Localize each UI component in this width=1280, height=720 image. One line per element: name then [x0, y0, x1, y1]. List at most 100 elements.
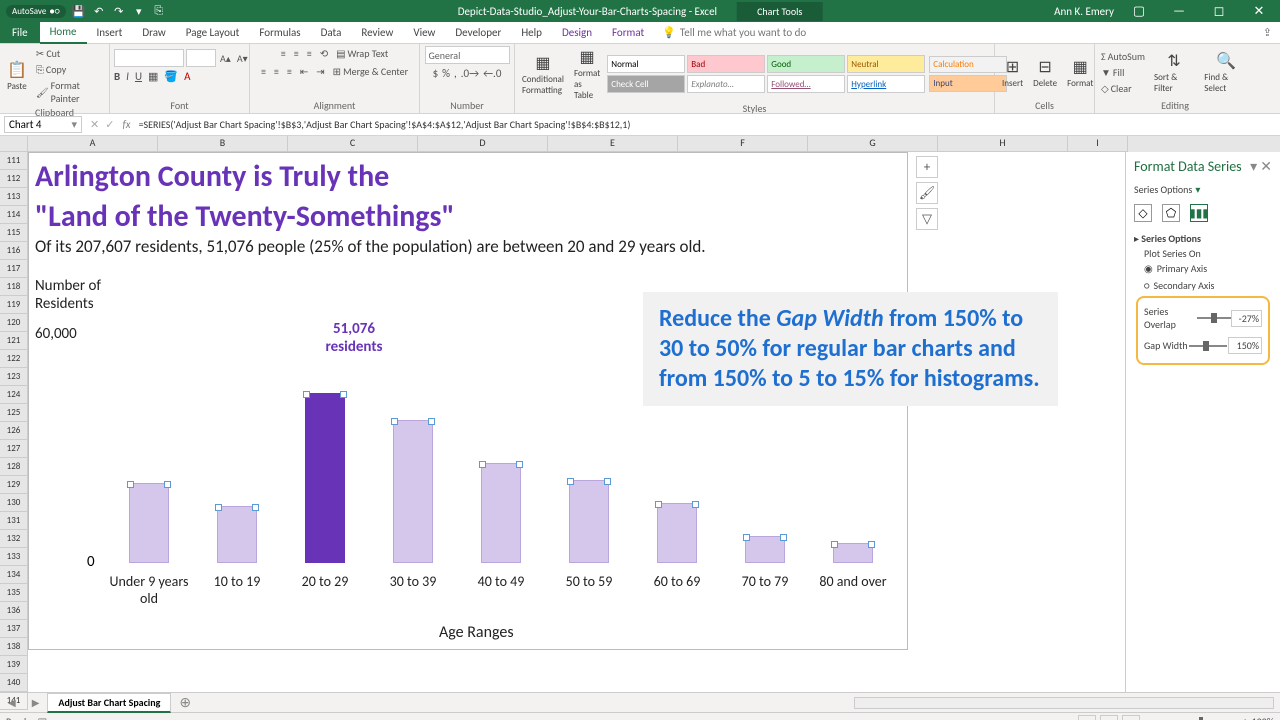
bar-2[interactable] — [305, 393, 345, 563]
tab-data[interactable]: Data — [311, 22, 352, 43]
col-header-H[interactable]: H — [938, 136, 1068, 152]
fill-color-button[interactable]: 🪣 — [164, 70, 178, 83]
tell-me-input[interactable] — [680, 26, 860, 39]
row-header-134[interactable]: 134 — [0, 566, 28, 584]
number-format-select[interactable] — [425, 46, 510, 64]
close-icon[interactable]: ✕ — [1244, 4, 1274, 19]
align-left-icon[interactable]: ≡ — [259, 64, 268, 79]
row-header-122[interactable]: 122 — [0, 350, 28, 368]
bar-7[interactable] — [745, 536, 785, 563]
autosave-toggle[interactable]: AutoSave ●○ — [6, 5, 66, 18]
bar-0[interactable] — [129, 483, 169, 563]
horizontal-scrollbar[interactable] — [854, 697, 1274, 709]
series-overlap-value[interactable]: -27% — [1231, 310, 1262, 327]
col-header-D[interactable]: D — [418, 136, 548, 152]
orientation-icon[interactable]: ⟲ — [318, 46, 330, 61]
gap-width-slider[interactable] — [1189, 345, 1227, 347]
row-header-120[interactable]: 120 — [0, 314, 28, 332]
row-header-132[interactable]: 132 — [0, 530, 28, 548]
dec-decimal-icon[interactable]: ←.0 — [483, 67, 501, 80]
row-header-114[interactable]: 114 — [0, 206, 28, 224]
fx-icon[interactable]: fx — [118, 118, 134, 131]
align-mid-icon[interactable]: ≡ — [292, 46, 301, 61]
tab-developer[interactable]: Developer — [445, 22, 511, 43]
row-header-126[interactable]: 126 — [0, 422, 28, 440]
currency-icon[interactable]: $ — [433, 67, 439, 80]
bar-3[interactable] — [393, 420, 433, 563]
bold-button[interactable]: B — [114, 70, 120, 83]
autosum-button[interactable]: Σ AutoSum — [1099, 49, 1147, 64]
border-button[interactable]: ▦ — [148, 70, 158, 83]
tell-me-search[interactable]: 💡 — [662, 26, 860, 39]
align-center-icon[interactable]: ≡ — [272, 64, 281, 79]
comma-icon[interactable]: , — [454, 67, 457, 80]
font-color-button[interactable]: A — [184, 70, 190, 83]
format-cells-button[interactable]: ▦Format — [1064, 56, 1096, 90]
row-header-112[interactable]: 112 — [0, 170, 28, 188]
tab-formulas[interactable]: Formulas — [249, 22, 310, 43]
save-icon[interactable]: 💾 — [72, 4, 86, 18]
align-bot-icon[interactable]: ≡ — [305, 46, 314, 61]
row-header-119[interactable]: 119 — [0, 296, 28, 314]
fill-button[interactable]: ▼ Fill — [1099, 65, 1147, 80]
col-header-F[interactable]: F — [678, 136, 808, 152]
tab-format[interactable]: Format — [602, 22, 654, 43]
sheet-tab-active[interactable]: Adjust Bar Chart Spacing — [47, 693, 171, 713]
insert-cells-button[interactable]: ⊞Insert — [999, 56, 1026, 90]
underline-button[interactable]: U — [135, 70, 142, 83]
row-header-137[interactable]: 137 — [0, 620, 28, 638]
share-icon[interactable]: ⇪ — [1263, 26, 1280, 39]
zoom-out-icon[interactable]: − — [1150, 715, 1155, 720]
formula-input[interactable]: =SERIES('Adjust Bar Chart Spacing'!$B$3,… — [135, 118, 1280, 131]
tab-help[interactable]: Help — [511, 22, 552, 43]
effects-icon[interactable]: ⬠ — [1162, 204, 1180, 222]
decrease-font-icon[interactable]: A▾ — [235, 49, 250, 67]
font-select[interactable] — [114, 49, 184, 67]
row-header-128[interactable]: 128 — [0, 458, 28, 476]
row-header-139[interactable]: 139 — [0, 656, 28, 674]
row-header-129[interactable]: 129 — [0, 476, 28, 494]
italic-button[interactable]: I — [126, 70, 129, 83]
indent-inc-icon[interactable]: ⇥ — [314, 64, 326, 79]
wrap-text-button[interactable]: ▤ Wrap Text — [334, 46, 390, 61]
row-header-136[interactable]: 136 — [0, 602, 28, 620]
col-header-C[interactable]: C — [288, 136, 418, 152]
row-header-123[interactable]: 123 — [0, 368, 28, 386]
row-header-113[interactable]: 113 — [0, 188, 28, 206]
row-header-118[interactable]: 118 — [0, 278, 28, 296]
qat-icon[interactable]: ▾ — [132, 4, 146, 18]
zoom-in-icon[interactable]: + — [1243, 715, 1248, 720]
bar-6[interactable] — [657, 503, 697, 563]
conditional-formatting-button[interactable]: ▦Conditional Formatting — [519, 52, 567, 97]
name-box[interactable]: Chart 4▾ — [4, 116, 82, 133]
tab-insert[interactable]: Insert — [87, 22, 133, 43]
normal-view-icon[interactable] — [1078, 715, 1096, 720]
col-header-G[interactable]: G — [808, 136, 938, 152]
style-good[interactable]: Good — [767, 55, 845, 73]
zoom-level[interactable]: 100% — [1252, 715, 1274, 720]
tab-view[interactable]: View — [403, 22, 445, 43]
minimize-icon[interactable]: — — [1164, 4, 1194, 19]
macro-record-icon[interactable]: ▣ — [38, 715, 47, 720]
style-check-cell[interactable]: Check Cell — [607, 75, 685, 93]
inc-decimal-icon[interactable]: .0→ — [461, 67, 479, 80]
cut-button[interactable]: ✂ Cut — [34, 46, 105, 61]
align-right-icon[interactable]: ≡ — [285, 64, 294, 79]
fill-line-icon[interactable]: ◇ — [1134, 204, 1152, 222]
style-normal[interactable]: Normal — [607, 55, 685, 73]
align-top-icon[interactable]: ≡ — [279, 46, 288, 61]
copy-button[interactable]: ⎘ Copy — [34, 62, 105, 77]
bar-4[interactable] — [481, 463, 521, 563]
maximize-icon[interactable]: ◻ — [1204, 4, 1234, 19]
row-header-140[interactable]: 140 — [0, 674, 28, 692]
tab-page-layout[interactable]: Page Layout — [176, 22, 250, 43]
add-sheet-button[interactable]: ⊕ — [171, 694, 199, 711]
bar-8[interactable] — [833, 543, 873, 563]
col-header-I[interactable]: I — [1068, 136, 1128, 152]
row-header-135[interactable]: 135 — [0, 584, 28, 602]
delete-cells-button[interactable]: ⊟Delete — [1030, 56, 1060, 90]
merge-center-button[interactable]: ⊞ Merge & Center — [331, 64, 410, 79]
chart-filters-button[interactable]: ▽ — [916, 208, 938, 230]
worksheet-area[interactable]: Arlington County is Truly the "Land of t… — [28, 152, 1125, 692]
row-header-130[interactable]: 130 — [0, 494, 28, 512]
